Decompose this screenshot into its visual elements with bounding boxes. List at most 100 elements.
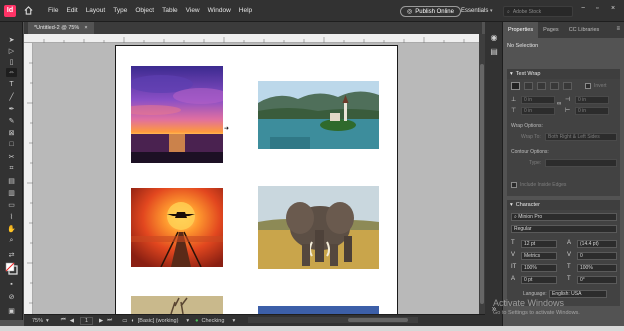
vertical-ruler[interactable] — [24, 43, 33, 314]
last-page-icon[interactable]: ⏭ — [107, 317, 112, 324]
menu-object[interactable]: Object — [135, 7, 154, 14]
left-offset-field[interactable]: 0 in — [575, 96, 609, 104]
tracking-field[interactable]: 0 — [577, 252, 617, 260]
wrap-object-shape-icon[interactable] — [537, 82, 546, 90]
skew-field[interactable]: 0° — [577, 276, 617, 284]
pen-icon[interactable]: ✒ — [6, 104, 17, 113]
chevron-down-icon[interactable]: ▾ — [186, 318, 189, 324]
collapse-icon[interactable]: ▾ — [510, 202, 513, 208]
leading-field[interactable]: (14.4 pt) — [577, 240, 617, 248]
font-style-select[interactable]: Regular — [511, 225, 617, 233]
direct-selection-icon[interactable]: ▷ — [6, 46, 17, 55]
type-icon[interactable]: T — [6, 80, 17, 89]
blue-partial-image[interactable] — [258, 306, 379, 314]
pier-sunset-image[interactable] — [131, 188, 223, 268]
chevron-down-icon[interactable]: ▾ — [232, 318, 235, 324]
pencil-icon[interactable]: ✎ — [6, 116, 17, 125]
swap-colors-icon[interactable]: ⇄ — [6, 250, 17, 259]
bottom-offset-field[interactable]: 0 in — [521, 107, 555, 115]
character-header[interactable]: ▾ Character — [507, 200, 620, 210]
selection-icon[interactable]: ➤ — [6, 35, 17, 44]
vertical-scale-field[interactable]: 100% — [521, 264, 557, 272]
pasteboard[interactable]: ➜ — [33, 43, 479, 314]
menu-layout[interactable]: Layout — [86, 7, 106, 14]
jump-object-icon[interactable] — [550, 82, 559, 90]
menu-view[interactable]: View — [186, 7, 200, 14]
free-transform-icon[interactable]: ⌗ — [6, 164, 17, 173]
panel-menu-icon[interactable]: ≡ — [616, 26, 620, 32]
horizontal-scrollbar[interactable] — [248, 317, 418, 323]
tab-pages[interactable]: Pages — [538, 22, 564, 38]
note-icon[interactable]: ▭ — [6, 200, 17, 209]
kerning-field[interactable]: Metrics — [521, 252, 557, 260]
style-status[interactable]: [Basic] (working) — [138, 318, 179, 324]
rectangle-icon[interactable]: □ — [6, 140, 17, 149]
contour-type-select[interactable] — [545, 159, 617, 167]
menu-window[interactable]: Window — [208, 7, 231, 14]
wrap-bounding-box-icon[interactable] — [524, 82, 533, 90]
tab-properties[interactable]: Properties — [503, 22, 539, 38]
maximize-icon[interactable]: ▫ — [596, 5, 598, 12]
menu-file[interactable]: File — [48, 7, 58, 14]
gradient-icon[interactable]: ▤ — [6, 176, 17, 185]
lake-island-image[interactable] — [258, 81, 379, 149]
menu-edit[interactable]: Edit — [66, 7, 77, 14]
rectangle-frame-icon[interactable]: ⊠ — [6, 128, 17, 137]
first-page-icon[interactable]: ⏮ — [61, 317, 66, 324]
document-page[interactable] — [115, 45, 398, 314]
stock-search-input[interactable]: ⌕ Adobe Stock — [503, 6, 573, 17]
link-icon[interactable]: ∞ — [557, 101, 561, 107]
line-icon[interactable]: ╱ — [6, 92, 17, 101]
previous-page-icon[interactable]: ◀ — [70, 318, 74, 324]
baseline-shift-field[interactable]: 0 pt — [521, 276, 557, 284]
close-tab-icon[interactable]: × — [84, 25, 87, 31]
deer-partial-image[interactable] — [131, 296, 223, 314]
properties-icon[interactable]: ◉ — [489, 32, 499, 42]
no-wrap-icon[interactable] — [511, 82, 520, 90]
workspace-switcher[interactable]: Essentials — [461, 8, 488, 14]
page-tool-icon[interactable]: ▯ — [6, 57, 17, 66]
horizontal-scale-field[interactable]: 100% — [577, 264, 617, 272]
chevron-down-icon[interactable]: ▾ — [490, 8, 493, 14]
vertical-scroll-thumb[interactable] — [480, 64, 484, 304]
gap-tool-icon[interactable]: ⇔ — [6, 68, 17, 77]
right-offset-field[interactable]: 0 in — [575, 107, 609, 115]
close-icon[interactable]: × — [611, 5, 615, 12]
horizontal-ruler[interactable] — [24, 34, 479, 43]
zoom-level[interactable]: 75% — [32, 318, 43, 324]
tab-cc-libraries[interactable]: CC Libraries — [564, 22, 605, 38]
apply-color-icon[interactable]: ▪ — [6, 280, 17, 289]
elephant-image[interactable] — [258, 186, 379, 269]
minimize-icon[interactable]: − — [581, 5, 585, 12]
next-page-icon[interactable]: ▶ — [99, 318, 103, 324]
open-page-icon[interactable]: ▭ — [122, 318, 127, 324]
normal-view-icon[interactable]: ▣ — [6, 306, 17, 315]
jump-next-column-icon[interactable] — [563, 82, 572, 90]
scissors-icon[interactable]: ✂ — [6, 152, 17, 161]
font-family-select[interactable]: ⌕ Minion Pro — [511, 213, 617, 221]
wrap-to-select[interactable]: Both Right & Left Sides — [545, 133, 617, 141]
sunset-sea-image[interactable] — [121, 66, 229, 163]
fill-stroke-icon[interactable] — [5, 262, 18, 275]
text-wrap-header[interactable]: ▾ Text Wrap — [507, 69, 620, 79]
gradient-feather-icon[interactable]: ▥ — [6, 188, 17, 197]
publish-online-button[interactable]: ◎ Publish Online — [400, 6, 461, 17]
include-inside-edges-checkbox[interactable] — [511, 182, 517, 188]
top-offset-field[interactable]: 0 in — [521, 96, 555, 104]
menu-help[interactable]: Help — [239, 7, 252, 14]
hand-icon[interactable]: ✋ — [6, 224, 17, 233]
chevron-down-icon[interactable]: ▾ — [46, 318, 49, 324]
menu-type[interactable]: Type — [113, 7, 127, 14]
pages-icon[interactable]: ▤ — [489, 46, 499, 56]
collapse-icon[interactable]: ▾ — [510, 71, 513, 77]
eyedropper-icon[interactable]: ⌇ — [6, 212, 17, 221]
home-icon[interactable] — [22, 5, 34, 17]
menu-table[interactable]: Table — [162, 7, 178, 14]
language-select[interactable]: English: USA — [549, 290, 607, 298]
preflight-status[interactable]: Checking — [202, 318, 225, 324]
page-number-field[interactable]: 1 — [79, 316, 94, 325]
document-tab[interactable]: *Untitled-2 @ 75% × — [28, 22, 94, 34]
invert-checkbox[interactable] — [585, 83, 591, 89]
apply-none-icon[interactable]: ⊘ — [6, 292, 17, 301]
zoom-icon[interactable]: ⌕ — [6, 236, 17, 245]
